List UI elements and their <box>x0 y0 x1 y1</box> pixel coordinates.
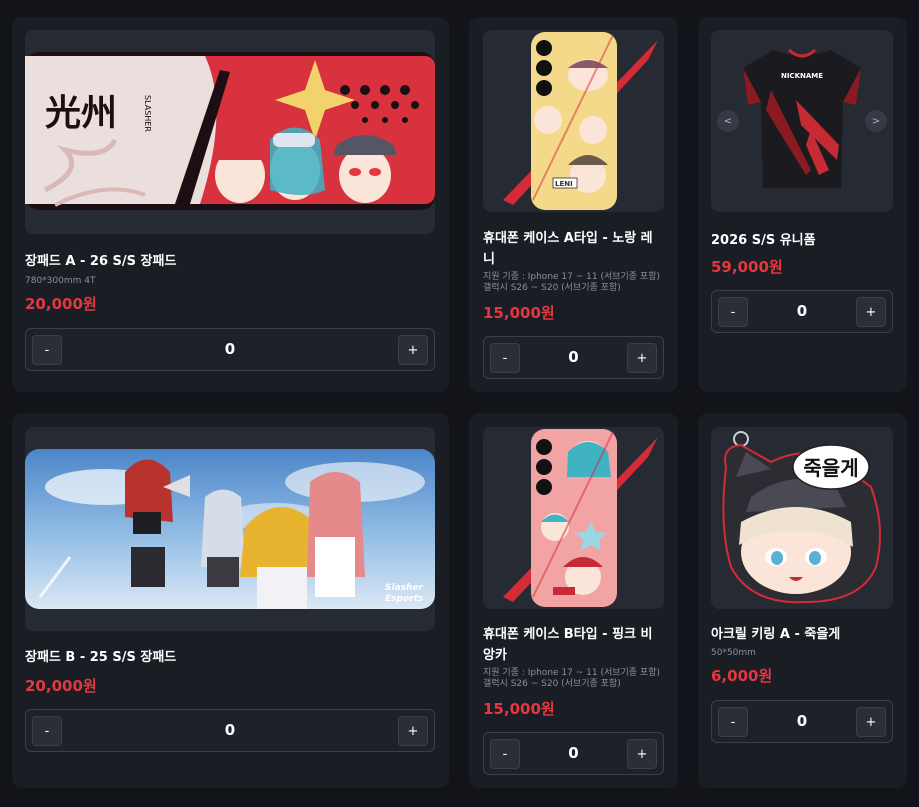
product-price: 15,000원 <box>483 304 555 322</box>
increase-button[interactable]: + <box>856 707 886 737</box>
product-title: 장패드 B - 25 S/S 장패드 <box>25 650 177 665</box>
quantity-stepper: - 0 + <box>25 328 435 371</box>
quantity-stepper: - 0 + <box>483 732 664 775</box>
product-price: 59,000원 <box>711 258 783 276</box>
product-title: 휴대폰 케이스 B타입 - 핑크 비 앙카 <box>483 624 668 666</box>
product-image-mousepad-b[interactable]: Slasher Esports <box>25 427 435 631</box>
mousepad-b-brand-line-1: Slasher <box>385 583 424 593</box>
increase-button[interactable]: + <box>627 343 657 373</box>
decrease-button[interactable]: - <box>32 716 62 746</box>
decrease-button[interactable]: - <box>490 343 520 373</box>
keyring-image: 죽을게 <box>722 431 881 604</box>
mousepad-a-brand: SLASHER <box>143 95 152 132</box>
product-image-uniform[interactable]: NICKNAME < > <box>711 30 893 212</box>
product-card-keyring: 죽을게 아크릴 키링 A - 죽을게 50*50mm 6,000원 - 0 + <box>698 413 907 788</box>
product-card-phone-case-a: LENI 휴대폰 케이스 A타입 - 노랑 레 니 지원 기종 : Iphone… <box>469 17 678 392</box>
product-title: 아크릴 키링 A - 죽을게 <box>711 627 841 642</box>
decrease-button[interactable]: - <box>32 335 62 365</box>
product-card-mousepad-a: 光州 SLASHER 장패드 A - 26 S/S 장패드 780*300mm … <box>12 17 449 392</box>
keyring-speech-text: 죽을게 <box>803 456 858 480</box>
quantity-stepper: - 0 + <box>711 700 893 743</box>
product-image-phone-case-a[interactable]: LENI <box>483 30 664 212</box>
increase-button[interactable]: + <box>856 297 886 327</box>
decrease-button[interactable]: - <box>718 297 748 327</box>
mousepad-b-image: Slasher Esports <box>25 449 435 609</box>
phone-case-a-image: LENI <box>503 32 658 210</box>
product-spec: 50*50mm <box>711 648 756 658</box>
product-price: 20,000원 <box>25 677 97 695</box>
decrease-button[interactable]: - <box>718 707 748 737</box>
next-image-button[interactable]: > <box>865 110 887 132</box>
increase-button[interactable]: + <box>398 335 428 365</box>
decrease-button[interactable]: - <box>490 739 520 769</box>
product-spec: 지원 기종 : Iphone 17 ~ 11 (서브기종 포함) 갤럭시 S26… <box>483 272 673 294</box>
product-card-mousepad-b: Slasher Esports 장패드 B - 25 S/S 장패드 20,00… <box>12 413 449 788</box>
quantity-stepper: - 0 + <box>25 709 435 752</box>
phone-case-a-sticker: LENI <box>555 180 573 188</box>
product-image-phone-case-b[interactable] <box>483 427 664 609</box>
product-price: 15,000원 <box>483 700 555 718</box>
product-title-line-1: 휴대폰 케이스 B타입 - 핑크 비 <box>483 627 653 642</box>
product-spec-line-1: 지원 기종 : Iphone 17 ~ 11 (서브기종 포함) <box>483 668 661 678</box>
product-title: 휴대폰 케이스 A타입 - 노랑 레 니 <box>483 228 668 270</box>
quantity-value[interactable]: 0 <box>26 329 434 372</box>
increase-button[interactable]: + <box>398 716 428 746</box>
product-title-line-2: 앙카 <box>483 648 507 663</box>
product-price: 20,000원 <box>25 295 97 313</box>
product-spec-line-1: 지원 기종 : Iphone 17 ~ 11 (서브기종 포함) <box>483 272 661 282</box>
product-image-mousepad-a[interactable]: 光州 SLASHER <box>25 30 435 234</box>
mousepad-b-brand-line-2: Esports <box>385 594 424 604</box>
product-image-keyring[interactable]: 죽을게 <box>711 427 893 609</box>
product-spec: 780*300mm 4T <box>25 276 96 286</box>
product-price: 6,000원 <box>711 667 773 685</box>
product-spec: 지원 기종 : Iphone 17 ~ 11 (서브기종 포함) 갤럭시 S26… <box>483 668 673 690</box>
product-card-phone-case-b: 휴대폰 케이스 B타입 - 핑크 비 앙카 지원 기종 : Iphone 17 … <box>469 413 678 788</box>
jersey-nickname: NICKNAME <box>781 72 823 80</box>
product-title-line-1: 휴대폰 케이스 A타입 - 노랑 레 <box>483 231 653 246</box>
quantity-value[interactable]: 0 <box>26 710 434 753</box>
product-card-uniform: NICKNAME < > 2026 S/S 유니폼 59,000원 - 0 + <box>698 17 907 392</box>
increase-button[interactable]: + <box>627 739 657 769</box>
prev-image-button[interactable]: < <box>717 110 739 132</box>
mousepad-a-image: 光州 SLASHER <box>25 52 435 210</box>
product-title: 2026 S/S 유니폼 <box>711 233 816 248</box>
quantity-stepper: - 0 + <box>483 336 664 379</box>
phone-case-b-image <box>503 429 658 607</box>
product-title: 장패드 A - 26 S/S 장패드 <box>25 254 177 269</box>
product-title-line-2: 니 <box>483 252 495 267</box>
quantity-stepper: - 0 + <box>711 290 893 333</box>
product-spec-line-2: 갤럭시 S26 ~ S20 (서브기종 포함) <box>483 283 621 293</box>
product-spec-line-2: 갤럭시 S26 ~ S20 (서브기종 포함) <box>483 679 621 689</box>
mousepad-a-logo: 光州 <box>45 93 117 134</box>
